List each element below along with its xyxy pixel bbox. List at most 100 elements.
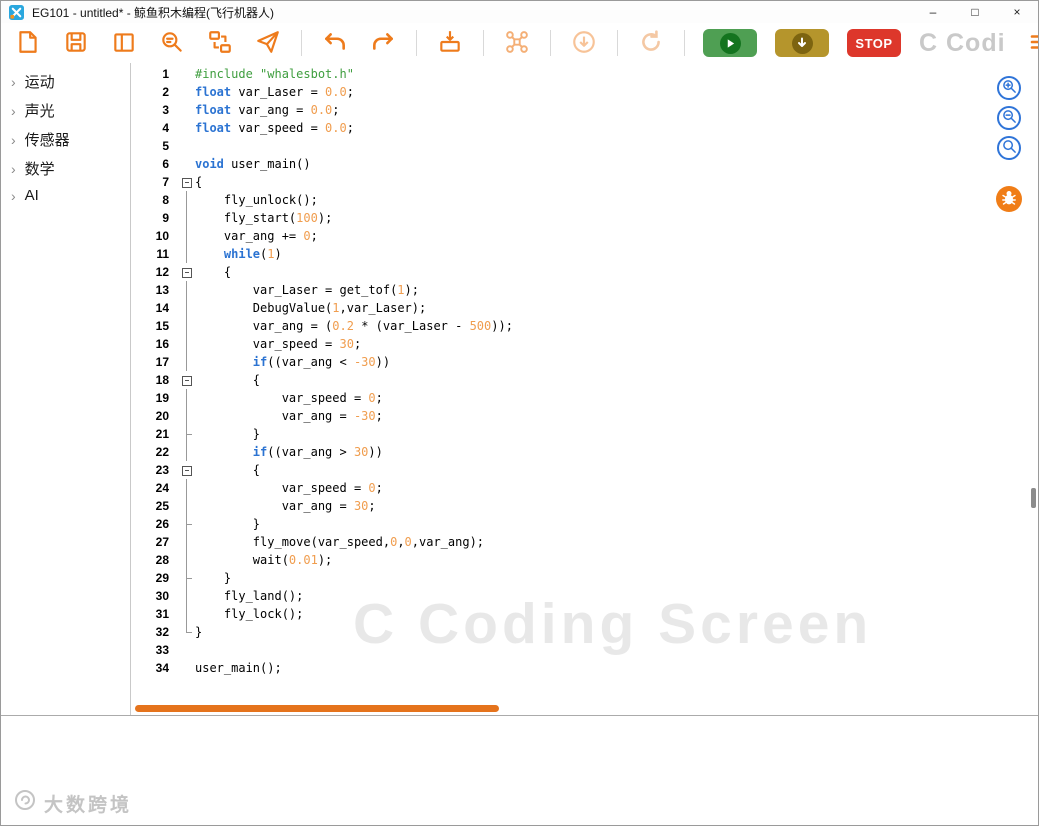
zoom-reset-icon	[1002, 139, 1017, 157]
toolbar: STOP C Codi	[1, 23, 1038, 63]
zoom-reset-button[interactable]	[997, 136, 1021, 160]
code-line: 28 wait(0.01);	[131, 551, 1038, 569]
undo-button[interactable]	[320, 28, 350, 58]
code-text: var_ang = -30;	[195, 409, 383, 423]
line-number: 10	[155, 229, 169, 243]
sidebar-item-label: 运动	[24, 74, 55, 91]
line-number: 15	[155, 319, 169, 333]
save-button[interactable]	[61, 28, 91, 58]
console-panel: 大数跨境	[1, 715, 1038, 825]
code-text: fly_land();	[195, 589, 304, 603]
fold-guide	[179, 335, 195, 353]
fold-guide	[179, 569, 195, 587]
zoom-out-button[interactable]	[997, 106, 1021, 130]
sidebar-item-motion[interactable]: › 运动	[1, 67, 130, 96]
code-line: 19 var_speed = 0;	[131, 389, 1038, 407]
debug-button[interactable]	[996, 186, 1022, 212]
flash-device-button[interactable]	[435, 28, 465, 58]
run-button[interactable]	[703, 29, 757, 57]
fold-guide	[179, 353, 195, 371]
fold-toggle-icon[interactable]	[179, 461, 195, 479]
stop-button[interactable]: STOP	[847, 29, 901, 57]
workspace-layout-button[interactable]	[109, 28, 139, 58]
sidebar-item-ai[interactable]: › AI	[1, 183, 130, 208]
fold-guide	[179, 515, 195, 533]
line-number: 12	[155, 265, 169, 279]
line-number: 6	[162, 157, 169, 171]
code-editor[interactable]: 1 #include "whalesbot.h" 2 float var_Laser …	[131, 63, 1038, 715]
device-download-button[interactable]	[775, 29, 829, 57]
code-text: float var_Laser = 0.0;	[195, 85, 354, 99]
new-file-button[interactable]	[13, 28, 43, 58]
line-number: 29	[155, 571, 169, 585]
line-number: 4	[162, 121, 169, 135]
fold-guide	[179, 605, 195, 623]
redo-button[interactable]	[368, 28, 398, 58]
refresh-icon	[638, 29, 664, 58]
fold-guide	[179, 317, 195, 335]
redo-icon	[370, 29, 396, 58]
code-text: void user_main()	[195, 157, 311, 171]
fold-toggle-icon[interactable]	[179, 173, 195, 191]
toolbar-separator	[617, 30, 618, 56]
code-text: float var_speed = 0.0;	[195, 121, 354, 135]
code-text: {	[195, 463, 261, 477]
footer-watermark: 大数跨境	[13, 788, 132, 818]
code-line: 7{	[131, 173, 1038, 191]
line-number: 26	[155, 517, 169, 531]
sidebar-item-label: 传感器	[24, 132, 70, 149]
convert-blocks-button[interactable]	[205, 28, 235, 58]
code-text: fly_lock();	[195, 607, 304, 621]
sidebar-item-math[interactable]: › 数学	[1, 154, 130, 183]
sidebar-item-sound-light[interactable]: › 声光	[1, 96, 130, 125]
code-text: DebugValue(1,var_Laser);	[195, 301, 427, 315]
code-text: var_ang = 30;	[195, 499, 376, 513]
horizontal-scrollbar[interactable]	[131, 704, 1038, 713]
code-text: float var_ang = 0.0;	[195, 103, 340, 117]
code-line: 27 fly_move(var_speed,0,0,var_ang);	[131, 533, 1038, 551]
code-text: if((var_ang > 30))	[252, 445, 383, 459]
line-number: 13	[155, 283, 169, 297]
code-line: 21 }	[131, 425, 1038, 443]
minimize-button[interactable]: –	[912, 1, 954, 23]
fold-guide	[179, 425, 195, 443]
chevron-right-icon: ›	[11, 73, 16, 90]
toolbar-separator	[416, 30, 417, 56]
line-number: 1	[162, 67, 169, 81]
code-text: {	[195, 373, 261, 387]
save-icon	[63, 29, 89, 58]
fold-guide	[179, 623, 195, 641]
fold-guide	[179, 641, 195, 659]
code-line: 22 if((var_ang > 30))	[131, 443, 1038, 461]
vertical-scrollbar-thumb[interactable]	[1031, 488, 1036, 508]
horizontal-scrollbar-thumb[interactable]	[135, 705, 499, 712]
fold-toggle-icon[interactable]	[179, 263, 195, 281]
fold-guide	[179, 659, 195, 677]
vertical-scrollbar[interactable]	[1031, 63, 1037, 715]
sidebar-item-sensor[interactable]: › 传感器	[1, 125, 130, 154]
line-number: 20	[155, 409, 169, 423]
menu-button[interactable]	[1024, 28, 1038, 58]
fold-guide	[179, 407, 195, 425]
refresh-button[interactable]	[636, 28, 666, 58]
chevron-right-icon: ›	[11, 102, 16, 119]
send-button[interactable]	[253, 28, 283, 58]
maximize-button[interactable]: □	[954, 1, 996, 23]
toolbar-separator	[483, 30, 484, 56]
fold-guide	[179, 245, 195, 263]
code-line: 16 var_speed = 30;	[131, 335, 1038, 353]
find-button[interactable]	[157, 28, 187, 58]
code-line: 31 fly_lock();	[131, 605, 1038, 623]
zoom-in-button[interactable]	[997, 76, 1021, 100]
fold-guide	[179, 587, 195, 605]
close-button[interactable]: ×	[996, 1, 1038, 23]
download-program-button[interactable]	[569, 28, 599, 58]
line-number: 9	[162, 211, 169, 225]
fold-toggle-icon[interactable]	[179, 371, 195, 389]
code-text: var_speed = 0;	[195, 481, 383, 495]
drone-connect-button[interactable]	[502, 28, 532, 58]
code-text: var_ang += 0;	[195, 229, 318, 243]
line-number: 8	[162, 193, 169, 207]
footer-logo-icon	[13, 788, 37, 818]
window-title: EG101 - untitled* - 鲸鱼积木编程(飞行机器人)	[32, 5, 275, 20]
